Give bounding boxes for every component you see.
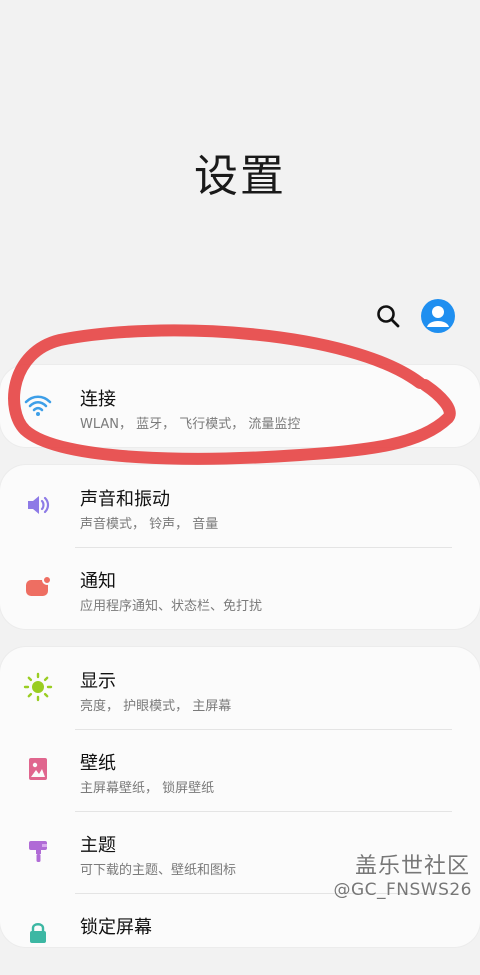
settings-item-lockscreen[interactable]: 锁定屏幕: [0, 893, 480, 975]
item-subtitle: 主屏幕壁纸， 锁屏壁纸: [80, 781, 215, 796]
lock-icon: [22, 917, 54, 949]
settings-card-connections: 连接 WLAN， 蓝牙， 飞行模式， 流量监控: [0, 365, 480, 447]
item-subtitle: 可下载的主题、壁纸和图标: [80, 863, 237, 878]
settings-item-display[interactable]: 显示 亮度， 护眼模式， 主屏幕: [0, 647, 480, 729]
settings-item-wallpaper[interactable]: 壁纸 主屏幕壁纸， 锁屏壁纸: [0, 729, 480, 811]
settings-item-notifications[interactable]: 通知 应用程序通知、状态栏、免打扰: [0, 547, 480, 629]
item-title: 锁定屏幕: [80, 917, 152, 938]
item-title: 声音和振动: [80, 489, 170, 510]
profile-avatar-icon[interactable]: [420, 298, 456, 334]
item-subtitle: WLAN， 蓝牙， 飞行模式， 流量监控: [80, 417, 301, 432]
page-title: 设置: [194, 151, 286, 202]
watermark-handle: @GC_FNSWS26: [333, 880, 472, 900]
settings-card-sound-notify: 声音和振动 声音模式， 铃声， 音量 通知 应用程序通知、状态栏、免打扰: [0, 465, 480, 629]
item-title: 连接: [80, 389, 116, 410]
item-subtitle: 应用程序通知、状态栏、免打扰: [80, 599, 263, 614]
settings-card-display: 显示 亮度， 护眼模式， 主屏幕 壁纸 主屏幕壁纸， 锁屏壁纸 主题 可下载的主…: [0, 647, 480, 947]
notification-icon: [22, 571, 54, 603]
item-title: 主题: [80, 835, 116, 856]
header-actions: [374, 298, 456, 334]
speaker-icon: [22, 489, 54, 521]
brightness-icon: [22, 671, 54, 703]
settings-item-connections[interactable]: 连接 WLAN， 蓝牙， 飞行模式， 流量监控: [0, 365, 480, 447]
wifi-icon: [22, 389, 54, 421]
item-title: 通知: [80, 571, 116, 592]
item-title: 显示: [80, 671, 116, 692]
item-subtitle: 声音模式， 铃声， 音量: [80, 517, 219, 532]
settings-item-sounds[interactable]: 声音和振动 声音模式， 铃声， 音量: [0, 465, 480, 547]
watermark-site: 盖乐世社区: [354, 854, 470, 879]
item-subtitle: 亮度， 护眼模式， 主屏幕: [80, 699, 232, 714]
item-title: 壁纸: [80, 753, 116, 774]
wallpaper-icon: [22, 753, 54, 785]
search-icon[interactable]: [374, 302, 402, 330]
theme-brush-icon: [22, 835, 54, 867]
